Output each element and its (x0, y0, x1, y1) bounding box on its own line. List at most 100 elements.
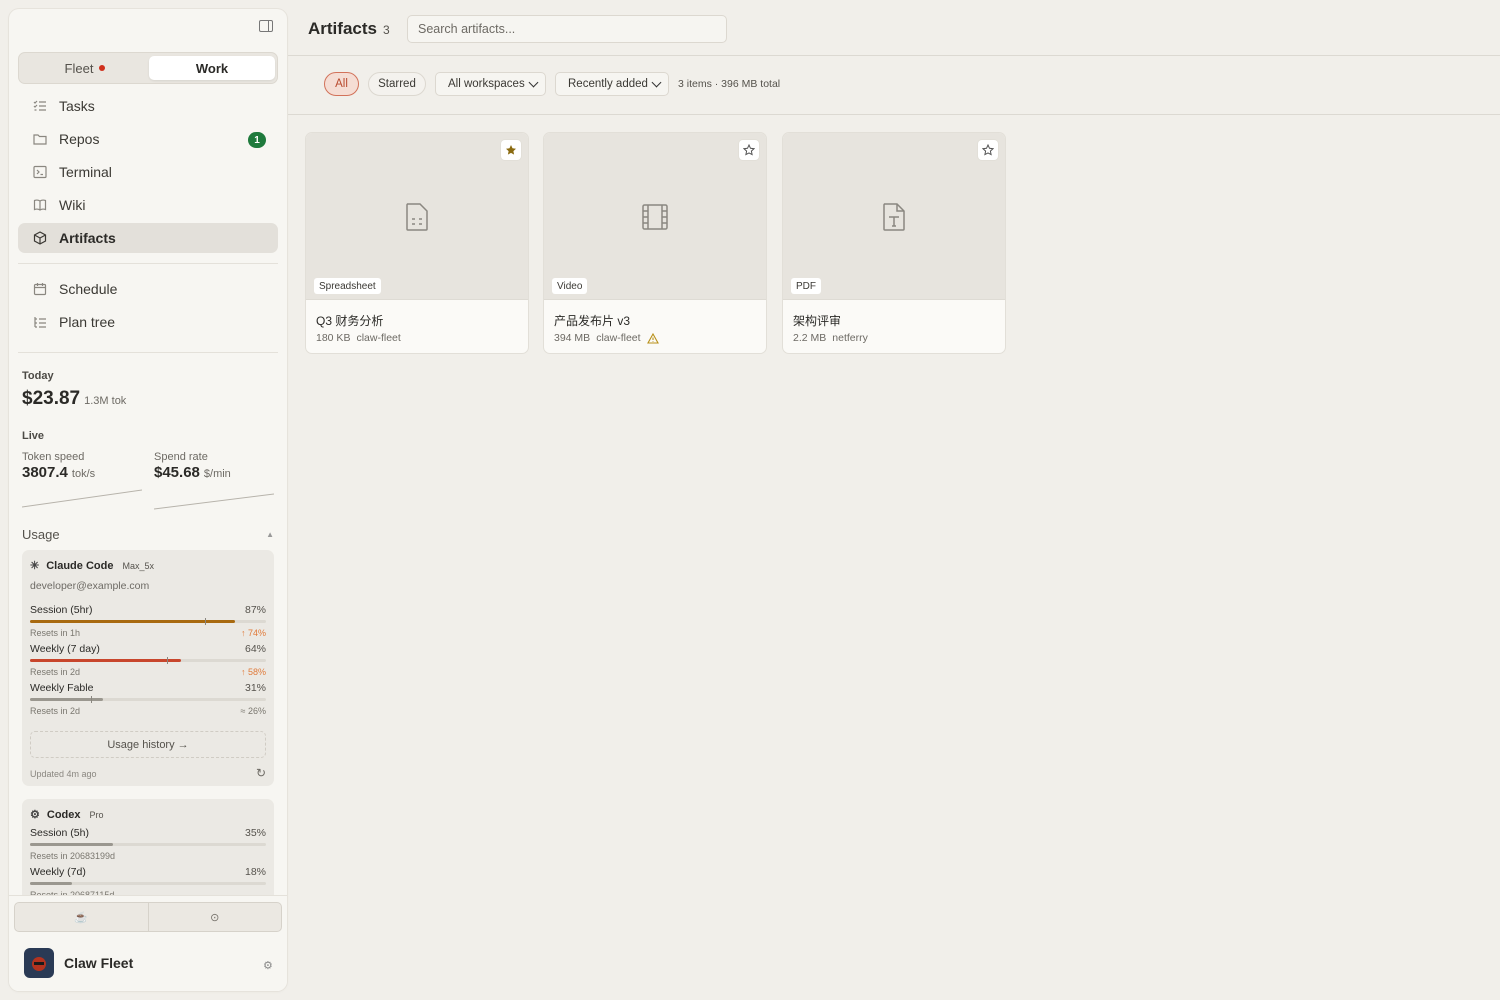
meter-marker (91, 696, 93, 703)
star-button[interactable] (739, 140, 759, 160)
codex-usage-card: ⚙ Codex Pro Session (5h) 35% Resets in 20… (22, 799, 274, 909)
status-icon[interactable]: ⊙ (147, 903, 282, 931)
artifact-card[interactable]: Spreadsheet Q3 财务分析 180 KB claw-fleet (305, 132, 529, 354)
collapse-caret-icon: ▲ (266, 530, 274, 539)
star-outline-icon (982, 144, 994, 156)
meter-percent: 64% (244, 643, 266, 655)
workspace-select[interactable]: All workspaces (435, 72, 546, 96)
artifact-card[interactable]: Video 产品发布片 v3 394 MB claw-fleet (543, 132, 767, 354)
star-button[interactable] (978, 140, 998, 160)
search-input[interactable] (407, 15, 727, 43)
meter-track (30, 618, 266, 625)
sidebar-item-label: Terminal (59, 164, 112, 180)
meter-label: Session (5h) (30, 827, 89, 839)
usage-section-toggle[interactable]: Usage ▲ (22, 527, 274, 542)
sidebar-item-terminal[interactable]: Terminal (18, 157, 278, 187)
artifact-card[interactable]: PDF 架构评审 2.2 MB netferry (782, 132, 1006, 354)
token-speed-number: 3807.4 (22, 464, 68, 481)
nav-divider (18, 263, 278, 264)
sidebar-item-label: Wiki (59, 197, 86, 213)
artifact-thumbnail: PDF (783, 133, 1005, 300)
live-label: Live (22, 430, 45, 442)
sidebar-item-artifacts[interactable]: Artifacts (18, 223, 278, 253)
account-email: developer@example.com (30, 580, 150, 592)
sort-select-value: Recently added (568, 78, 648, 90)
today-tokens: 1.3M tok (84, 395, 127, 407)
filter-all[interactable]: All (324, 72, 359, 96)
star-outline-icon (743, 144, 755, 156)
tab-fleet-label: Fleet (64, 60, 94, 76)
token-speed-unit: tok/s (71, 468, 96, 480)
filter-starred[interactable]: Starred (368, 72, 426, 96)
sidebar-item-label: Plan tree (59, 314, 116, 330)
chevron-down-icon (528, 77, 539, 88)
avatar (24, 948, 54, 978)
nav-divider (18, 352, 278, 353)
codex-logo-icon: ⚙ (30, 809, 40, 821)
sidebar-item-tasks[interactable]: Tasks (18, 91, 278, 121)
claude-logo-icon: ✳ (30, 560, 40, 572)
page-title-text: Artifacts (308, 19, 377, 38)
sidebar-item-plan-tree[interactable]: Plan tree (18, 307, 278, 337)
spend-rate-unit: $/min (203, 468, 231, 480)
meter-percent: 35% (244, 827, 266, 839)
sidebar-item-wiki[interactable]: Wiki (18, 190, 278, 220)
meter-track (30, 882, 266, 885)
sort-select[interactable]: Recently added (555, 72, 669, 96)
brand[interactable]: Claw Fleet (24, 948, 133, 978)
meter-percent: 87% (244, 604, 266, 616)
meter-reset: Resets in 2d (30, 706, 81, 716)
brand-name: Claw Fleet (64, 955, 134, 971)
meter-label: Weekly Fable (30, 682, 94, 694)
codex-name: Codex (46, 808, 81, 821)
codex-card-title: ⚙ Codex Pro (30, 808, 104, 822)
meter-percent: 18% (244, 866, 266, 878)
plan-tree-icon (33, 315, 47, 329)
tab-work[interactable]: Work (149, 56, 275, 80)
artifact-size: 180 KB (316, 332, 351, 344)
gear-icon[interactable]: ⚙ (263, 959, 273, 972)
items-summary: 3 items · 396 MB total (678, 78, 781, 90)
meter-fill (30, 843, 113, 846)
sidebar-item-label: Schedule (59, 281, 118, 297)
claude-card-title: ✳ Claude Code Max_5x (30, 559, 154, 573)
meter-reset: Resets in 20683199d (30, 851, 116, 861)
pdf-file-icon (883, 203, 905, 231)
video-file-icon (642, 204, 668, 230)
token-speed-label: Token speed (22, 451, 85, 463)
star-button[interactable] (501, 140, 521, 160)
meter-track (30, 696, 266, 703)
meter-fill (30, 882, 73, 885)
terminal-icon (33, 165, 47, 179)
artifact-name: 产品发布片 v3 (554, 314, 631, 328)
today-amount: $23.87 (22, 388, 81, 409)
artifact-meta: 394 MB claw-fleet (554, 332, 659, 344)
repos-count-badge: 1 (248, 132, 266, 148)
refresh-icon[interactable]: ↻ (256, 766, 266, 780)
meter-reset: Resets in 2d (30, 667, 81, 677)
coffee-icon[interactable]: ☕ (15, 903, 148, 931)
footer-actions: ☕ ⊙ (14, 902, 282, 932)
meter-label: Weekly (7 day) (30, 643, 100, 655)
spend-rate-label: Spend rate (154, 451, 208, 463)
today-label: Today (22, 370, 54, 382)
mode-switch: Fleet Work (18, 52, 278, 84)
codex-tier: Pro (89, 809, 104, 820)
spend-rate-sparkline (154, 493, 274, 510)
usage-meter: Session (5hr) 87% Resets in 1h ↑ 74% (30, 604, 266, 638)
artifact-meta: 2.2 MB netferry (793, 332, 868, 344)
tab-fleet[interactable]: Fleet (22, 56, 148, 80)
today-cost: $23.87 1.3M tok (22, 388, 126, 410)
sidebar-collapse-icon[interactable] (259, 20, 273, 32)
artifact-size: 2.2 MB (793, 332, 827, 344)
sidebar-item-repos[interactable]: Repos 1 (18, 124, 278, 154)
usage-history-button[interactable]: Usage history → (30, 731, 266, 758)
book-icon (33, 198, 47, 212)
meter-reset: Resets in 1h (30, 628, 81, 638)
sidebar: Fleet Work Tasks Repos 1 Terminal Wiki A… (9, 9, 287, 991)
artifact-workspace: netferry (832, 332, 868, 344)
meter-track (30, 657, 266, 664)
sidebar-item-label: Artifacts (59, 230, 116, 246)
claude-name: Claude Code (46, 559, 114, 572)
sidebar-item-schedule[interactable]: Schedule (18, 274, 278, 304)
